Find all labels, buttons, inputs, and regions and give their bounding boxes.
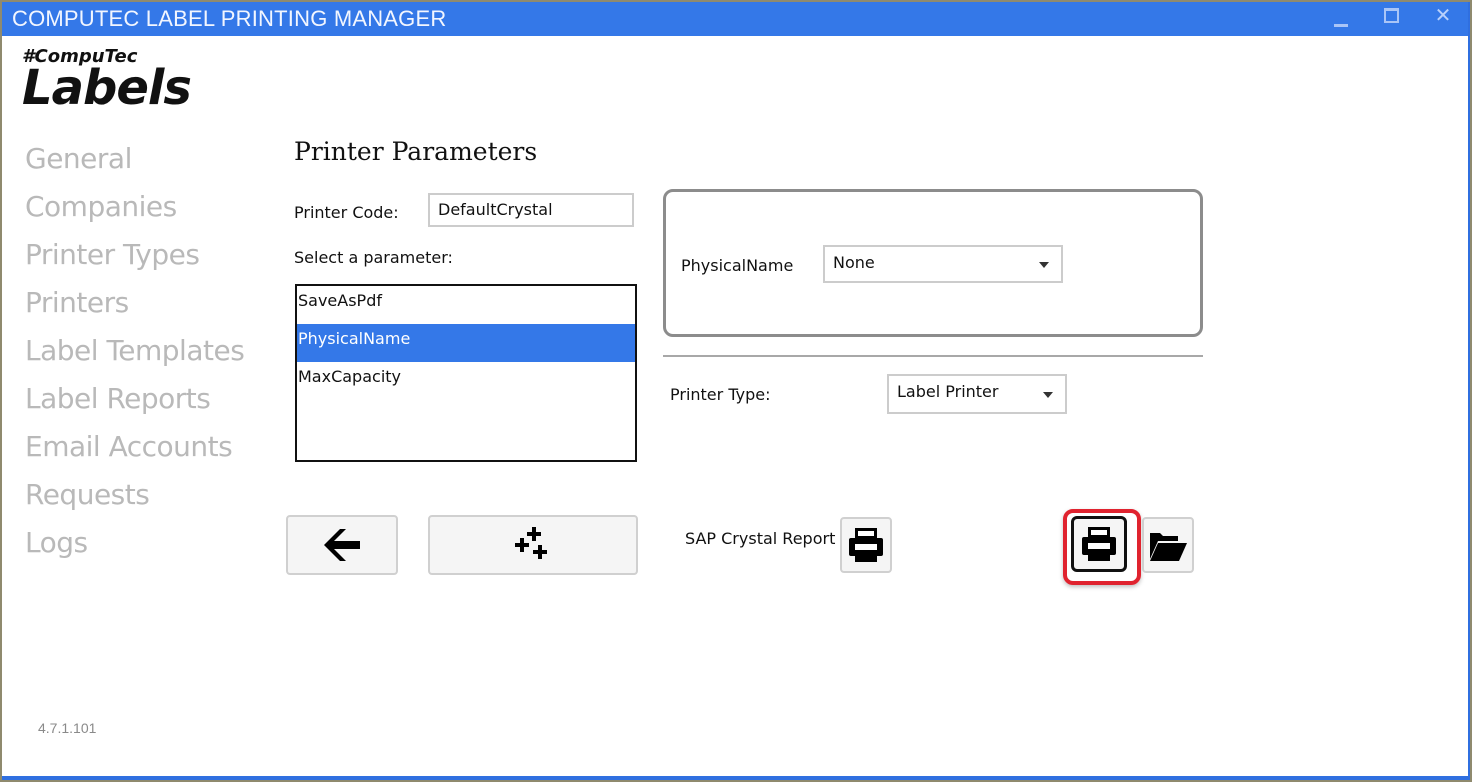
parameter-item-saveaspdf[interactable]: SaveAsPdf (297, 286, 635, 324)
page-title: Printer Parameters (294, 137, 538, 166)
sidebar-nav: General Companies Printer Types Printers… (25, 140, 245, 572)
close-button[interactable]: ✕ (1420, 2, 1466, 36)
chevron-down-icon (1039, 262, 1049, 268)
logo-name: Labels (22, 60, 192, 116)
back-button[interactable] (286, 515, 398, 575)
print-button[interactable] (1071, 516, 1127, 572)
select-parameter-label: Select a parameter: (294, 248, 453, 267)
sidebar-item-requests[interactable]: Requests (25, 476, 244, 524)
printer-icon (1082, 527, 1116, 561)
sidebar-item-general[interactable]: General (25, 140, 244, 188)
add-multiple-icon (515, 527, 547, 559)
parameter-value-selected: None (833, 253, 875, 272)
open-folder-button[interactable] (1142, 517, 1194, 573)
chevron-down-icon (1043, 392, 1053, 398)
parameter-item-physicalname[interactable]: PhysicalName (297, 324, 635, 362)
close-icon: ✕ (1434, 3, 1452, 27)
sidebar-item-printer-types[interactable]: Printer Types (25, 236, 244, 284)
sidebar-item-label-templates[interactable]: Label Templates (25, 332, 245, 380)
parameter-item-maxcapacity[interactable]: MaxCapacity (297, 362, 635, 400)
sidebar-item-companies[interactable]: Companies (25, 188, 244, 236)
arrow-left-icon (324, 529, 360, 561)
printer-code-label: Printer Code: (294, 203, 399, 222)
sidebar-item-email-accounts[interactable]: Email Accounts (25, 428, 244, 476)
divider (663, 355, 1203, 357)
printer-code-input[interactable]: DefaultCrystal (428, 193, 634, 227)
printer-icon (849, 528, 883, 562)
version-label: 4.7.1.101 (38, 720, 97, 736)
sap-crystal-print-button[interactable] (840, 517, 892, 573)
printer-type-selected: Label Printer (897, 382, 999, 401)
sidebar-item-logs[interactable]: Logs (25, 524, 244, 572)
add-parameters-button[interactable] (428, 515, 638, 575)
sidebar-item-label-reports[interactable]: Label Reports (25, 380, 244, 428)
app-window: COMPUTEC LABEL PRINTING MANAGER ✕ #Compu… (2, 2, 1470, 780)
minimize-button[interactable] (1318, 2, 1364, 36)
minimize-icon (1334, 23, 1348, 27)
parameter-list[interactable]: SaveAsPdf PhysicalName MaxCapacity (295, 284, 637, 462)
window-title: COMPUTEC LABEL PRINTING MANAGER (12, 6, 447, 31)
sap-crystal-report-label: SAP Crystal Report (685, 529, 836, 548)
parameter-name-label: PhysicalName (681, 256, 794, 275)
parameter-value-dropdown[interactable]: None (823, 245, 1063, 283)
sidebar-item-printers[interactable]: Printers (25, 284, 244, 332)
title-bar[interactable]: COMPUTEC LABEL PRINTING MANAGER ✕ (2, 2, 1468, 36)
printer-type-dropdown[interactable]: Label Printer (887, 374, 1067, 414)
parameter-value-panel: PhysicalName None (663, 189, 1203, 337)
printer-type-label: Printer Type: (670, 385, 771, 404)
maximize-icon (1383, 7, 1399, 23)
maximize-button[interactable] (1368, 2, 1414, 36)
folder-open-icon (1150, 533, 1187, 561)
